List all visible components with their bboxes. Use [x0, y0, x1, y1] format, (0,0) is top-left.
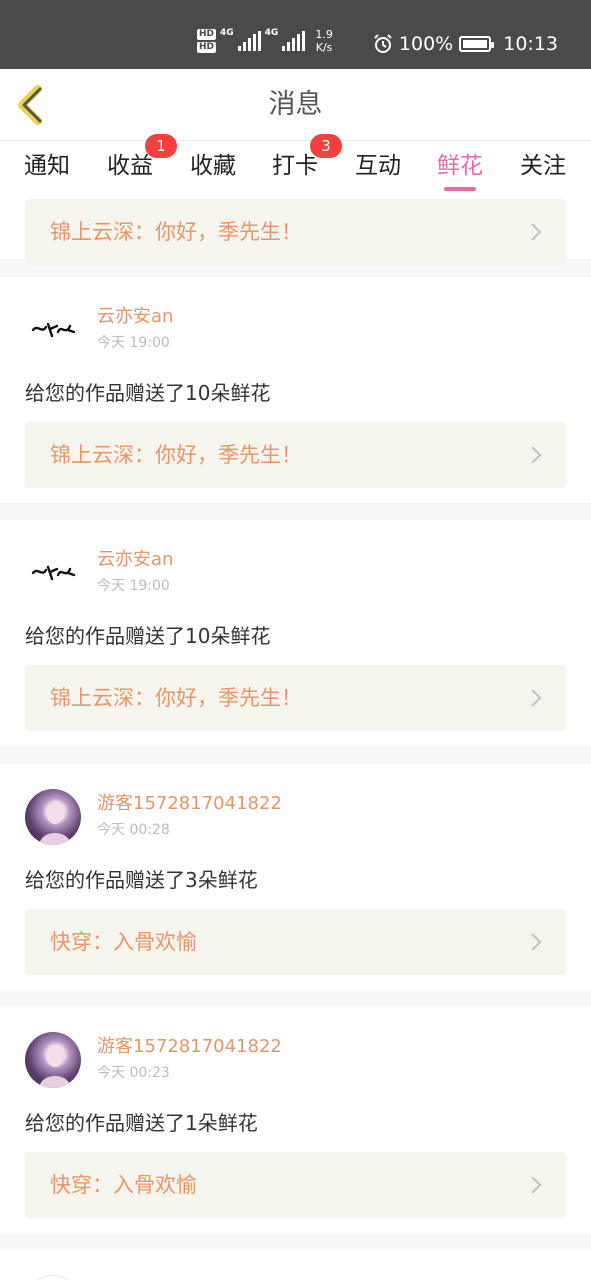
user-photo-icon	[39, 1045, 71, 1088]
tab-label: 关注	[520, 153, 566, 179]
unread-badge: 3	[310, 134, 342, 158]
list-item	[0, 1250, 591, 1280]
message-author: 游客1572817041822 今天 00:28	[25, 789, 282, 845]
alarm-icon	[374, 34, 392, 53]
author-name[interactable]: 云亦安an	[97, 305, 173, 329]
book-link[interactable]: 锦上云深：你好，季先生！	[25, 422, 566, 488]
user-photo-icon	[39, 802, 71, 845]
net-speed-unit: K/s	[315, 41, 333, 54]
tab-favorites[interactable]: 收藏	[190, 141, 236, 199]
signal2-label: 4G	[264, 28, 279, 38]
tab-label: 鲜花	[437, 153, 483, 179]
list-item: 云亦安an 今天 19:00 给您的作品赠送了10朵鲜花 锦上云深：你好，季先生…	[0, 277, 591, 503]
hd1-label: HD	[197, 29, 217, 40]
message-time: 今天 00:28	[97, 822, 170, 838]
book-title: 锦上云深：你好，季先生！	[50, 220, 302, 244]
message-time: 今天 19:00	[97, 578, 170, 594]
chevron-right-icon	[531, 689, 542, 707]
book-link[interactable]: 锦上云深：你好，季先生！	[25, 665, 566, 731]
avatar[interactable]	[25, 545, 81, 601]
avatar	[25, 1275, 81, 1280]
app-header: 消息	[0, 69, 591, 141]
battery-percent: 100%	[398, 33, 454, 55]
tab-label: 通知	[24, 153, 70, 179]
tab-label: 收益	[107, 153, 153, 179]
author-name[interactable]: 云亦安an	[97, 548, 173, 572]
net-speed: 1.9 K/s	[315, 28, 333, 54]
message-text: 给您的作品赠送了10朵鲜花	[25, 381, 271, 405]
tab-notice[interactable]: 通知	[24, 141, 70, 199]
message-author: 云亦安an 今天 19:00	[25, 545, 173, 601]
signal-icon	[282, 31, 306, 51]
signal1-label: 4G	[220, 28, 234, 38]
list-item: 游客1572817041822 今天 00:28 给您的作品赠送了3朵鲜花 快穿…	[0, 764, 591, 990]
chevron-right-icon	[531, 223, 542, 241]
list-item: 游客1572817041822 今天 00:23 给您的作品赠送了1朵鲜花 快穿…	[0, 1007, 591, 1233]
message-time: 今天 19:00	[97, 335, 170, 351]
status-bar: HD HD 4G 4G 1.9 K/s 100% 10:13	[0, 0, 591, 69]
avatar[interactable]	[25, 789, 81, 845]
author-name[interactable]: 游客1572817041822	[97, 792, 282, 816]
tab-label: 收藏	[190, 153, 236, 179]
message-text: 给您的作品赠送了10朵鲜花	[25, 624, 271, 648]
hd-indicator: HD HD	[197, 28, 217, 54]
tab-follow[interactable]: 关注	[520, 141, 566, 199]
message-author: 游客1572817041822 今天 00:23	[25, 1032, 282, 1088]
book-link[interactable]: 快穿：入骨欢愉	[25, 1152, 566, 1218]
book-link[interactable]: 快穿：入骨欢愉	[25, 909, 566, 975]
net-speed-value: 1.9	[315, 28, 333, 41]
avatar[interactable]	[25, 302, 81, 358]
unread-badge: 1	[145, 134, 177, 158]
tab-flowers[interactable]: 鲜花	[437, 141, 483, 199]
clock-time: 10:13	[503, 33, 558, 55]
tab-checkin[interactable]: 打卡 3	[272, 134, 342, 199]
author-name[interactable]: 游客1572817041822	[97, 1035, 282, 1059]
chevron-right-icon	[531, 933, 542, 951]
calligraphy-avatar-icon	[31, 322, 76, 338]
tab-label: 互动	[355, 153, 401, 179]
list-item: 云亦安an 今天 19:00 给您的作品赠送了10朵鲜花 锦上云深：你好，季先生…	[0, 520, 591, 746]
message-author: 云亦安an 今天 19:00	[25, 302, 173, 358]
tab-bar: 通知 收益 1 收藏 打卡 3 互动 鲜花 关注	[0, 134, 591, 199]
chevron-right-icon	[531, 1176, 542, 1194]
avatar[interactable]	[25, 1032, 81, 1088]
tab-interaction[interactable]: 互动	[355, 141, 401, 199]
calligraphy-avatar-icon	[31, 565, 76, 581]
list-item: 锦上云深：你好，季先生！	[0, 199, 591, 265]
message-time: 今天 00:23	[97, 1065, 170, 1081]
book-link[interactable]: 锦上云深：你好，季先生！	[25, 199, 566, 265]
tab-earnings[interactable]: 收益 1	[107, 134, 177, 199]
battery-icon	[459, 36, 495, 52]
page-title: 消息	[268, 89, 323, 120]
book-title: 快穿：入骨欢愉	[50, 930, 197, 954]
message-text: 给您的作品赠送了1朵鲜花	[25, 1111, 258, 1135]
network-indicators: HD HD 4G 4G 1.9 K/s	[197, 26, 333, 56]
status-right: 100% 10:13	[373, 30, 558, 58]
signal-icon	[237, 31, 261, 51]
active-tab-indicator	[444, 187, 476, 191]
message-list[interactable]: 锦上云深：你好，季先生！ 云亦安an 今天 19:00 给您的作品赠送了10朵鲜…	[0, 199, 591, 1280]
tab-label: 打卡	[272, 153, 318, 179]
book-title: 快穿：入骨欢愉	[50, 1173, 197, 1197]
book-title: 锦上云深：你好，季先生！	[50, 686, 302, 710]
message-text: 给您的作品赠送了3朵鲜花	[25, 868, 258, 892]
chevron-right-icon	[531, 446, 542, 464]
hd2-label: HD	[197, 42, 217, 53]
book-title: 锦上云深：你好，季先生！	[50, 443, 302, 467]
